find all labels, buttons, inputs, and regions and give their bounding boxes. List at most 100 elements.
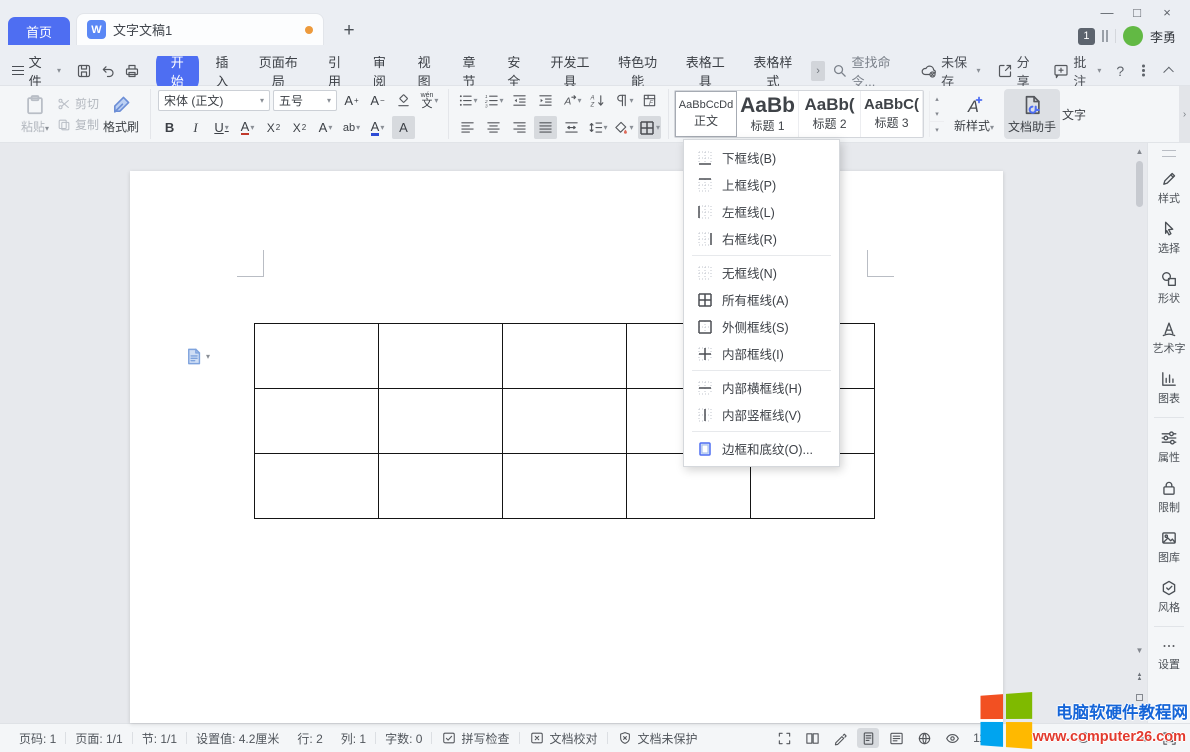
menu-item-内部竖框线(V)[interactable]: 内部竖框线(V)	[684, 401, 839, 428]
numbering-button[interactable]: 123▾	[482, 89, 505, 112]
gallery-down-icon[interactable]: ▾	[930, 106, 944, 121]
notification-badge[interactable]: 1	[1078, 28, 1095, 45]
undo-button[interactable]	[97, 60, 119, 82]
format-painter-button[interactable]: 格式刷	[99, 94, 143, 135]
status-segment[interactable]: 行: 2	[288, 730, 331, 747]
subscript-button[interactable]: X2	[288, 116, 311, 139]
justify-button[interactable]	[534, 116, 557, 139]
status-文档未保护[interactable]: 文档未保护	[608, 730, 707, 747]
align-right-button[interactable]	[508, 116, 531, 139]
show-marks-button[interactable]: ▾	[612, 89, 635, 112]
indent-button[interactable]	[534, 89, 557, 112]
distribute-button[interactable]	[560, 116, 583, 139]
minimize-button[interactable]: —	[1092, 0, 1122, 24]
comment-button[interactable]: 批注 ▾	[1048, 52, 1106, 90]
pinyin-guide-button[interactable]: wén 文 ▾	[418, 89, 441, 112]
toolbar-more-strip[interactable]: ›	[1179, 86, 1190, 142]
sidebar-item-艺术字[interactable]: 艺术字	[1153, 320, 1186, 356]
vertical-scrollbar[interactable]: ▲ ▼ ▲▲	[1133, 145, 1146, 721]
menu-item-无框线(N)[interactable]: 无框线(N)	[684, 259, 839, 286]
style-item-标题 3[interactable]: AaBbC(标题 3	[861, 91, 923, 137]
clear-format-button[interactable]	[392, 89, 415, 112]
italic-button[interactable]: I	[184, 116, 207, 139]
menu-item-内部框线(I)[interactable]: 内部框线(I)	[684, 340, 839, 367]
menu-item-右框线(R)[interactable]: 右框线(R)	[684, 225, 839, 252]
scrollbar-thumb[interactable]	[1136, 161, 1143, 207]
print-layout-button[interactable]	[857, 728, 879, 748]
font-name-select[interactable]: 宋体 (正文)▾	[158, 90, 270, 111]
char-shading-button[interactable]: A	[392, 116, 415, 139]
menu-item-左框线(L)[interactable]: 左框线(L)	[684, 198, 839, 225]
font-size-select[interactable]: 五号▾	[273, 90, 337, 111]
table-cell[interactable]	[255, 389, 379, 454]
sidebar-handle-icon[interactable]	[1162, 150, 1176, 157]
help-button[interactable]: ?	[1116, 63, 1124, 79]
ink-button[interactable]	[829, 728, 851, 748]
text-effects-button[interactable]: A▾	[314, 116, 337, 139]
sort-button[interactable]: AZ	[586, 89, 609, 112]
document-page[interactable]: ▾	[130, 171, 1003, 723]
scroll-up-icon[interactable]: ▲	[1133, 147, 1146, 156]
status-segment[interactable]: 列: 1	[332, 730, 375, 747]
outdent-button[interactable]	[508, 89, 531, 112]
status-segment[interactable]: 页码: 1	[10, 730, 65, 747]
paste-button[interactable]: 粘贴▾	[13, 94, 57, 135]
page-up-icon[interactable]: ▲▲	[1133, 673, 1146, 681]
table-cell[interactable]	[379, 324, 503, 389]
sidebar-item-形状[interactable]: 形状	[1158, 270, 1180, 306]
status-拼写检查[interactable]: 拼写检查	[432, 730, 519, 747]
table-cell[interactable]	[379, 454, 503, 519]
strike-accent-button[interactable]: A▾	[236, 116, 259, 139]
align-center-button[interactable]	[482, 116, 505, 139]
menu-item-边框和底纹(O)...[interactable]: 边框和底纹(O)...	[684, 435, 839, 462]
maximize-button[interactable]: □	[1122, 0, 1152, 24]
copy-button[interactable]: 复制	[57, 116, 99, 133]
shrink-font-button[interactable]: A−	[366, 89, 389, 112]
file-menu-button[interactable]: 文件 ▾	[12, 52, 61, 90]
text-direction-button[interactable]: A▾	[560, 89, 583, 112]
save-button[interactable]	[73, 60, 95, 82]
table-cell[interactable]	[255, 454, 379, 519]
status-segment[interactable]: 节: 1/1	[133, 730, 186, 747]
style-item-标题 2[interactable]: AaBb(标题 2	[799, 91, 861, 137]
gallery-more-icon[interactable]: ▾	[930, 121, 944, 137]
font-color-button[interactable]: A▾	[366, 116, 389, 139]
shading-button[interactable]: ▾	[612, 116, 635, 139]
style-item-标题 1[interactable]: AaBb标题 1	[737, 91, 799, 137]
cut-button[interactable]: 剪切	[57, 95, 99, 112]
sidebar-item-图库[interactable]: 图库	[1158, 529, 1180, 565]
line-spacing-button[interactable]: ▾	[586, 116, 609, 139]
superscript-button[interactable]: X2	[262, 116, 285, 139]
sidebar-item-风格[interactable]: 风格	[1158, 579, 1180, 615]
grow-font-button[interactable]: A+	[340, 89, 363, 112]
status-segment[interactable]: 字数: 0	[376, 730, 431, 747]
document-tab[interactable]: W 文字文稿1	[76, 13, 324, 45]
read-layout-button[interactable]	[801, 728, 823, 748]
table-cell[interactable]	[255, 324, 379, 389]
status-文档校对[interactable]: 文档校对	[520, 730, 607, 747]
status-segment[interactable]: 页面: 1/1	[66, 730, 131, 747]
gallery-up-icon[interactable]: ▴	[930, 91, 944, 106]
web-layout-button[interactable]	[913, 728, 935, 748]
bold-button[interactable]: B	[158, 116, 181, 139]
borders-button[interactable]: ▾	[638, 116, 661, 139]
new-tab-button[interactable]: +	[338, 20, 360, 42]
text-frame-button[interactable]: F	[638, 89, 661, 112]
eye-protect-button[interactable]	[941, 728, 963, 748]
sidebar-item-限制[interactable]: 限制	[1158, 479, 1180, 515]
table-cell[interactable]	[503, 324, 627, 389]
doc-assistant-button[interactable]: 文档助手	[1004, 89, 1060, 139]
close-button[interactable]: ×	[1152, 0, 1182, 24]
find-command-button[interactable]: 查找命令...	[827, 52, 910, 90]
menu-item-外侧框线(S)[interactable]: 外侧框线(S)	[684, 313, 839, 340]
underline-button[interactable]: U▾	[210, 116, 233, 139]
sidebar-item-属性[interactable]: 属性	[1158, 429, 1180, 465]
document-canvas[interactable]: ▾ ▲ ▼ ▲▲	[0, 143, 1147, 723]
highlight-button[interactable]: ab▾	[340, 116, 363, 139]
sidebar-item-样式[interactable]: 样式	[1158, 170, 1180, 206]
more-options-icon[interactable]	[1142, 69, 1145, 72]
user-avatar[interactable]	[1123, 26, 1143, 46]
outline-view-button[interactable]	[885, 728, 907, 748]
table-cell[interactable]	[503, 454, 627, 519]
sidebar-item-图表[interactable]: 图表	[1158, 370, 1180, 406]
